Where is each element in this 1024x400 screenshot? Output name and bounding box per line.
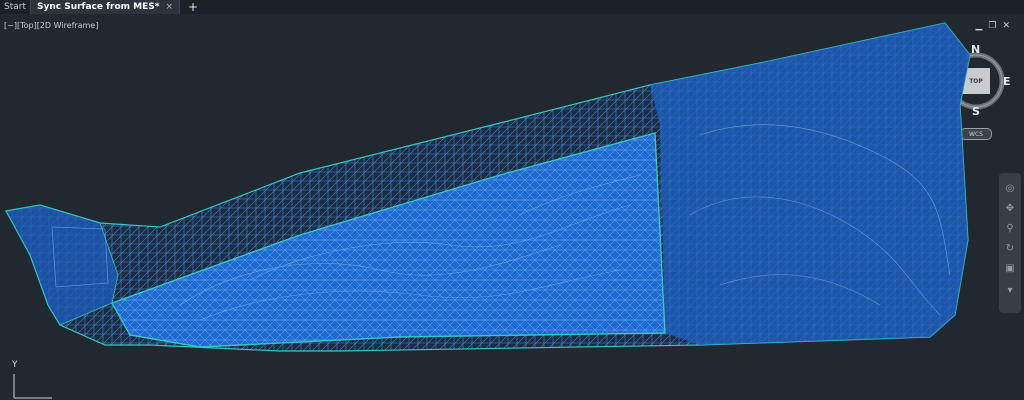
tab-start[interactable]: Start <box>0 0 30 14</box>
close-tab-icon[interactable]: × <box>165 2 173 12</box>
tab-sync-surface-label: Sync Surface from MES* <box>37 2 160 12</box>
new-tab-button[interactable]: + <box>180 0 206 14</box>
tab-bar: Start Sync Surface from MES* × + <box>0 0 1024 14</box>
right-mesh-region <box>650 23 970 345</box>
tin-surface[interactable] <box>0 15 1024 400</box>
tab-sync-surface[interactable]: Sync Surface from MES* × <box>30 0 181 14</box>
tab-start-label: Start <box>4 2 26 12</box>
